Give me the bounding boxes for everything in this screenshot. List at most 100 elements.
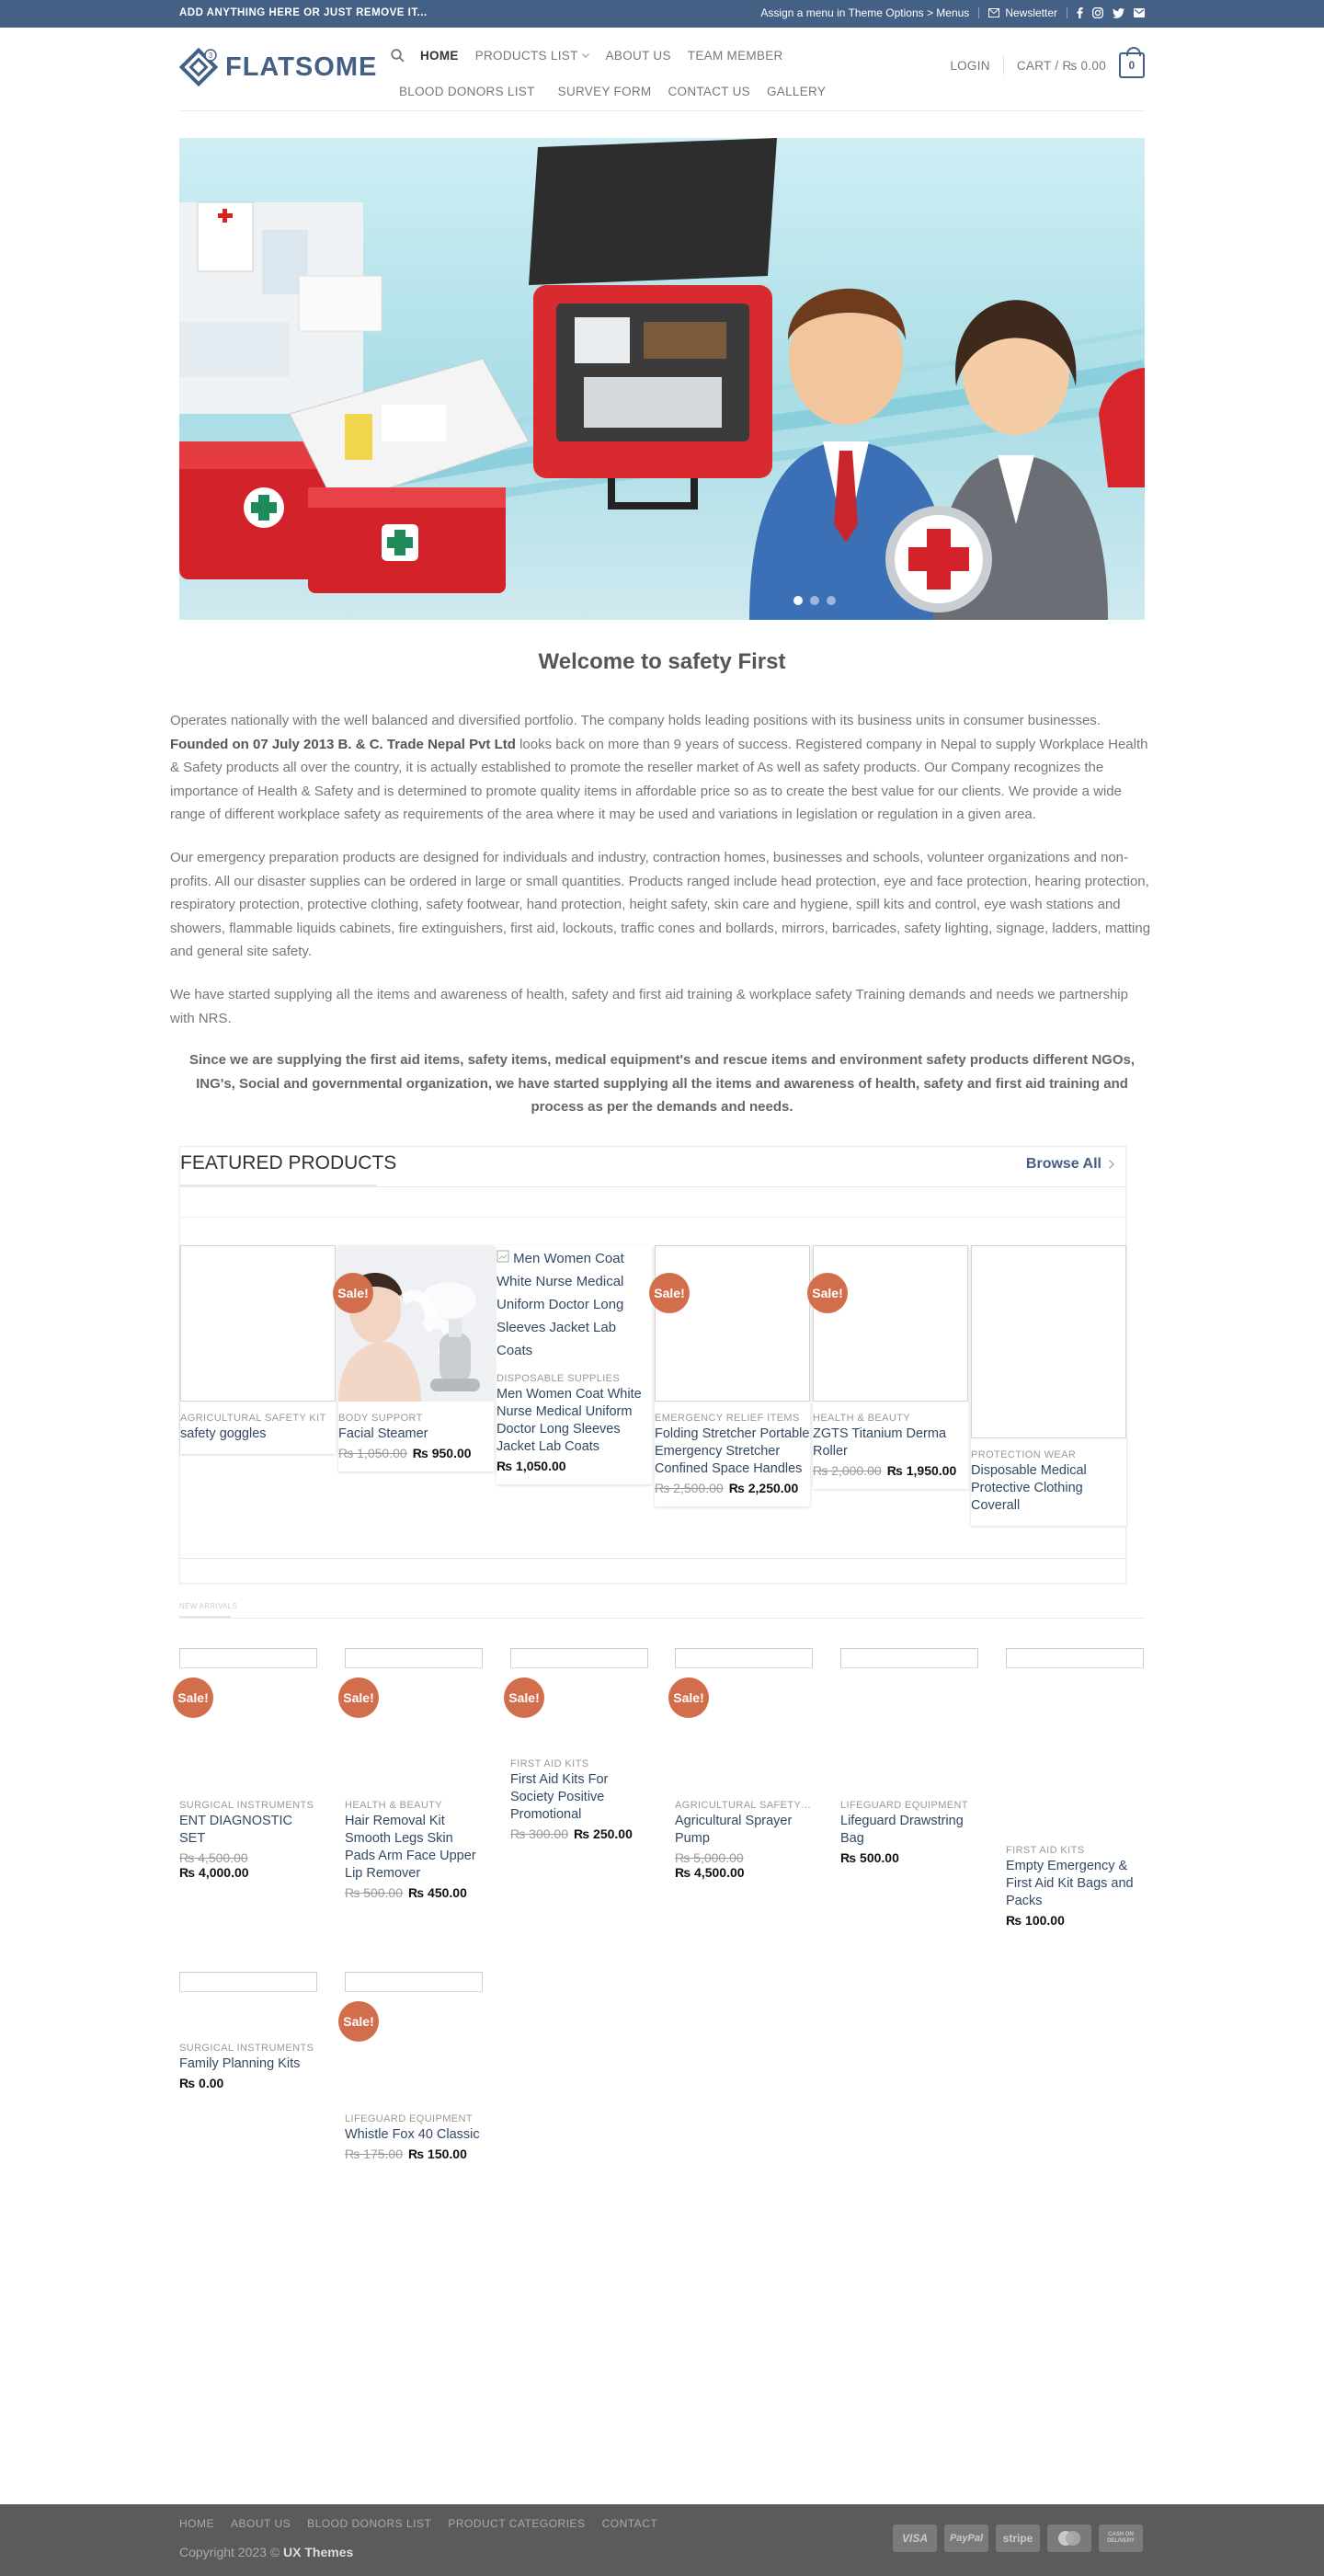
product-card[interactable]: Sale! AGRICULTURAL SAFETY K... Agricultu… [668, 1648, 813, 1880]
product-name[interactable]: Disposable Medical Protective Clothing C… [971, 1462, 1126, 1515]
facebook-icon[interactable] [1077, 7, 1083, 18]
product-image[interactable] [180, 1245, 336, 1402]
product-image[interactable]: Men Women Coat White Nurse Medical Unifo… [496, 1245, 652, 1362]
nav-home[interactable]: HOME [412, 40, 467, 71]
product-category[interactable]: AGRICULTURAL SAFETY K... [675, 1800, 813, 1811]
product-card[interactable]: PROTECTION WEAR Disposable Medical Prote… [971, 1245, 1126, 1526]
product-image[interactable] [840, 1648, 978, 1668]
product-image[interactable] [813, 1245, 968, 1402]
top-bar-menu-hint[interactable]: Assign a menu in Theme Options > Menus [760, 6, 969, 19]
product-category[interactable]: SURGICAL INSTRUMENTS [179, 1800, 317, 1811]
product-category[interactable]: HEALTH & BEAUTY [813, 1413, 968, 1424]
product-card[interactable]: Sale! FIRST AID KITS First Aid Kits For … [504, 1648, 648, 1841]
nav-contact-us[interactable]: CONTACT US [659, 76, 759, 107]
product-image[interactable] [345, 1972, 483, 1992]
search-toggle[interactable] [391, 40, 412, 71]
product-name[interactable]: Whistle Fox 40 Classic [345, 2126, 483, 2144]
product-category[interactable]: BODY SUPPORT [338, 1413, 494, 1424]
sale-badge: Sale! [649, 1273, 690, 1313]
sale-price: ₨ 250.00 [574, 1826, 633, 1841]
product-category[interactable]: FIRST AID KITS [510, 1758, 648, 1769]
nav-team-member[interactable]: TEAM MEMBER [679, 40, 792, 71]
search-icon [391, 49, 405, 63]
product-category[interactable]: LIFEGUARD EQUIPMENT [345, 2113, 483, 2124]
product-image[interactable] [510, 1648, 648, 1668]
product-category[interactable]: AGRICULTURAL SAFETY KIT [180, 1413, 336, 1424]
footer-nav-blood-donors-list[interactable]: BLOOD DONORS LIST [307, 2517, 431, 2530]
login-link[interactable]: LOGIN [950, 59, 990, 73]
old-price: ₨ 300.00 [510, 1826, 569, 1841]
product-card[interactable]: Sale! BODY SUPPORT Facial Steamer ₨ 1,05… [333, 1245, 494, 1471]
email-icon[interactable] [1134, 8, 1145, 17]
logo-mark-icon: 3 [179, 48, 218, 86]
product-name[interactable]: Agricultural Sprayer Pump [675, 1813, 813, 1848]
product-card[interactable]: FIRST AID KITS Empty Emergency & First A… [1006, 1648, 1144, 1928]
product-name[interactable]: safety goggles [180, 1425, 336, 1443]
product-image[interactable] [971, 1245, 1126, 1438]
cart-count-badge[interactable]: 0 [1119, 47, 1145, 78]
product-name[interactable]: Facial Steamer [338, 1425, 494, 1443]
product-image[interactable] [675, 1648, 813, 1668]
nav-products-list[interactable]: PRODUCTS LIST [467, 40, 598, 71]
product-card[interactable]: SURGICAL INSTRUMENTS Family Planning Kit… [179, 1972, 317, 2090]
newsletter-link[interactable]: Newsletter [988, 6, 1057, 19]
product-image[interactable] [338, 1245, 494, 1402]
product-image[interactable] [655, 1245, 810, 1402]
product-card[interactable]: Sale! SURGICAL INSTRUMENTS ENT DIAGNOSTI… [173, 1648, 317, 1880]
product-name[interactable]: Empty Emergency & First Aid Kit Bags and… [1006, 1858, 1144, 1910]
product-category[interactable]: DISPOSABLE SUPPLIES [496, 1373, 652, 1384]
site-logo[interactable]: 3 FLATSOME [179, 48, 377, 86]
product-category[interactable]: SURGICAL INSTRUMENTS [179, 2043, 317, 2054]
intro-text-a: Operates nationally with the well balanc… [170, 713, 1101, 728]
product-name[interactable]: Lifeguard Drawstring Bag [840, 1813, 978, 1848]
image-alt-label: Men Women Coat White Nurse Medical Unifo… [496, 1251, 624, 1358]
product-category[interactable]: EMERGENCY RELIEF ITEMS [655, 1413, 810, 1424]
copyright-brand[interactable]: UX Themes [283, 2545, 353, 2559]
product-name[interactable]: Folding Stretcher Portable Emergency Str… [655, 1425, 810, 1478]
slider-dot[interactable] [810, 596, 819, 605]
product-card[interactable]: Sale! EMERGENCY RELIEF ITEMS Folding Str… [649, 1245, 810, 1506]
product-image[interactable] [179, 1648, 317, 1668]
old-price: ₨ 4,500.00 [179, 1850, 248, 1865]
product-card[interactable]: Sale! LIFEGUARD EQUIPMENT Whistle Fox 40… [338, 1972, 483, 2161]
product-category[interactable]: PROTECTION WEAR [971, 1449, 1126, 1460]
cart-link[interactable]: CART / ₨ 0.00 [1017, 59, 1106, 73]
twitter-icon[interactable] [1113, 7, 1124, 18]
product-name[interactable]: First Aid Kits For Society Positive Prom… [510, 1771, 648, 1824]
mission-statement: Since we are supplying the first aid ite… [188, 1052, 1136, 1115]
product-card[interactable]: Sale! HEALTH & BEAUTY ZGTS Titanium Derm… [807, 1245, 968, 1489]
product-card[interactable]: LIFEGUARD EQUIPMENT Lifeguard Drawstring… [840, 1648, 978, 1865]
product-category[interactable]: LIFEGUARD EQUIPMENT [840, 1800, 978, 1811]
footer-nav-home[interactable]: HOME [179, 2517, 214, 2530]
section-title: NEW ARRIVALS [179, 1602, 238, 1610]
footer-nav-product-categories[interactable]: PRODUCT CATEGORIES [448, 2517, 585, 2530]
instagram-icon[interactable] [1092, 7, 1103, 18]
nav-survey-form[interactable]: SURVEY FORM [550, 76, 660, 107]
product-image[interactable] [179, 1972, 317, 1992]
product-name[interactable]: Hair Removal Kit Smooth Legs Skin Pads A… [345, 1813, 483, 1883]
product-card[interactable]: AGRICULTURAL SAFETY KIT safety goggles [180, 1245, 336, 1454]
hero-slider[interactable] [179, 138, 1145, 620]
product-price: ₨ 500.00 [840, 1850, 899, 1865]
payment-icons: VISA PayPal stripe CASH ON DELIVERY [893, 2524, 1143, 2552]
product-card[interactable]: Men Women Coat White Nurse Medical Unifo… [496, 1245, 652, 1484]
product-category[interactable]: FIRST AID KITS [1006, 1845, 1144, 1856]
browse-all-link[interactable]: Browse All [1026, 1156, 1114, 1173]
sale-price: ₨ 150.00 [408, 2147, 467, 2161]
product-card[interactable]: Sale! HEALTH & BEAUTY Hair Removal Kit S… [338, 1648, 483, 1900]
product-name[interactable]: Family Planning Kits [179, 2055, 317, 2073]
nav-about-us[interactable]: ABOUT US [598, 40, 679, 71]
product-name[interactable]: ZGTS Titanium Derma Roller [813, 1425, 968, 1460]
product-name[interactable]: Men Women Coat White Nurse Medical Unifo… [496, 1386, 652, 1456]
nav-gallery[interactable]: GALLERY [759, 76, 834, 107]
product-image[interactable] [1006, 1648, 1144, 1668]
slider-dot[interactable] [827, 596, 836, 605]
product-name[interactable]: ENT DIAGNOSTIC SET [179, 1813, 317, 1848]
product-category[interactable]: HEALTH & BEAUTY [345, 1800, 483, 1811]
footer-nav-contact[interactable]: CONTACT [602, 2517, 658, 2530]
footer-nav-about-us[interactable]: ABOUT US [231, 2517, 291, 2530]
slider-dot[interactable] [793, 596, 803, 605]
nav-blood-donors-list[interactable]: BLOOD DONORS LIST [391, 76, 543, 107]
product-image[interactable] [345, 1648, 483, 1668]
sale-price: ₨ 2,250.00 [728, 1481, 799, 1495]
